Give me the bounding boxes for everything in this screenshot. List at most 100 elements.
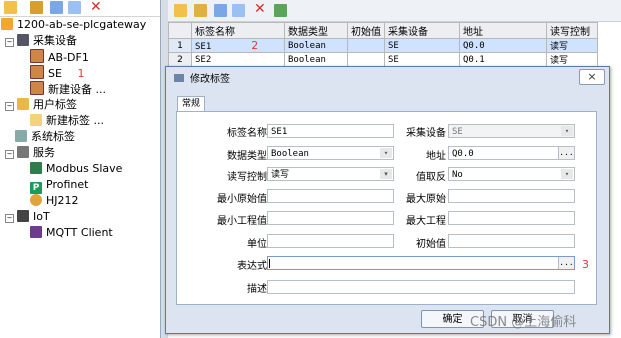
- label-description: 描述: [247, 284, 267, 295]
- collapse-icon[interactable]: −: [5, 38, 14, 47]
- raw-min-field[interactable]: [267, 189, 394, 203]
- column-header[interactable]: 标签名称: [191, 22, 285, 39]
- cell-init[interactable]: [347, 52, 385, 67]
- column-header[interactable]: 数据类型: [284, 22, 348, 39]
- cell-name[interactable]: SE2: [191, 52, 285, 67]
- column-header[interactable]: 初始值: [347, 22, 385, 39]
- tree-root[interactable]: 1200-ab-se-plcgateway: [1, 17, 146, 33]
- tags-folder-icon: [17, 98, 29, 110]
- cell-device[interactable]: SE: [384, 38, 460, 53]
- tag-icon: [30, 114, 42, 126]
- expression-field[interactable]: ...: [267, 256, 575, 270]
- column-header[interactable]: 采集设备: [384, 22, 460, 39]
- eng-max-field[interactable]: [448, 211, 575, 225]
- cell-type[interactable]: Boolean: [284, 52, 348, 67]
- dropdown-arrow-icon[interactable]: ▾: [561, 169, 573, 179]
- collapse-icon[interactable]: −: [5, 102, 14, 111]
- description-field[interactable]: [267, 280, 575, 294]
- delete-icon[interactable]: ✕: [254, 2, 267, 16]
- collapse-icon[interactable]: −: [5, 214, 14, 223]
- grid-header: 标签名称 数据类型 初始值 采集设备 地址 读写控制: [168, 22, 598, 39]
- delete-icon[interactable]: ✕: [90, 0, 103, 14]
- copy-icon[interactable]: [50, 1, 63, 14]
- tree-item-se[interactable]: SE 1: [30, 65, 84, 81]
- eng-min-field[interactable]: [267, 211, 394, 225]
- tag-name-value: SE1: [271, 127, 288, 137]
- column-header[interactable]: 读写控制: [546, 22, 598, 39]
- table-row[interactable]: 1 SE1 2 Boolean SE Q0.0 读写: [168, 38, 598, 53]
- rw-control-value: 读写: [271, 170, 290, 180]
- general-panel: 标签名称 数据类型 读写控制 最小原始值 最小工程值 单位 表达式 描述 采集设…: [176, 111, 597, 305]
- plc-icon: [30, 65, 44, 79]
- cell-name[interactable]: SE1 2: [191, 38, 285, 53]
- tree-item-new-device[interactable]: 新建设备 ...: [30, 81, 106, 97]
- tree-item-collect-devices[interactable]: − 采集设备: [5, 33, 77, 49]
- tree-item-ab-df1[interactable]: AB-DF1: [30, 49, 89, 65]
- tree-item-label: Modbus Slave: [46, 162, 123, 175]
- annotation-number: 2: [251, 39, 259, 52]
- dialog-titlebar[interactable]: 修改标签 ×: [166, 67, 609, 85]
- tree-item-system-tags[interactable]: 系统标签: [15, 129, 75, 145]
- cell-name-text: SE1: [195, 42, 212, 52]
- tree-item-hj212[interactable]: HJ212: [30, 193, 79, 209]
- init-value-field[interactable]: [448, 234, 575, 248]
- browse-button[interactable]: ...: [558, 257, 574, 269]
- tree-item-label: MQTT Client: [46, 226, 113, 239]
- cell-device[interactable]: SE: [384, 52, 460, 67]
- device-value: SE: [452, 127, 463, 137]
- tab-general[interactable]: 常规: [177, 96, 205, 111]
- tree-item-mqtt-client[interactable]: MQTT Client: [30, 225, 113, 241]
- data-type-select[interactable]: Boolean ▾: [267, 146, 394, 160]
- cell-address[interactable]: Q0.1: [459, 52, 547, 67]
- dropdown-arrow-icon[interactable]: ▾: [380, 169, 392, 179]
- add-tag-icon[interactable]: [174, 4, 187, 17]
- address-field[interactable]: Q0.0...: [448, 146, 575, 160]
- close-button[interactable]: ×: [579, 69, 605, 85]
- cell-init[interactable]: [347, 38, 385, 53]
- cell-address[interactable]: Q0.0: [459, 38, 547, 53]
- modbus-icon: [30, 162, 42, 174]
- cell-rw[interactable]: 读写: [546, 52, 598, 67]
- tree-item-modbus-slave[interactable]: Modbus Slave: [30, 161, 122, 177]
- rw-control-select[interactable]: 读写 ▾: [267, 167, 394, 181]
- label-raw-min: 最小原始值: [217, 194, 267, 205]
- tree-item-label: AB-DF1: [48, 51, 89, 64]
- tree-item-iot[interactable]: − IoT: [5, 209, 50, 225]
- tree-item-new-tag[interactable]: 新建标签 ...: [30, 113, 104, 129]
- unit-field[interactable]: [267, 234, 394, 248]
- tree-item-label: 采集设备: [33, 34, 77, 47]
- tree-item-label: IoT: [33, 210, 50, 223]
- tree-item-services[interactable]: − 服务: [5, 145, 55, 161]
- refresh-icon[interactable]: [274, 4, 287, 17]
- data-type-value: Boolean: [271, 149, 309, 159]
- new-project-icon[interactable]: [4, 1, 17, 14]
- dialog-title: 修改标签: [190, 74, 230, 85]
- dropdown-arrow-icon[interactable]: ▾: [561, 126, 573, 136]
- tag-toolbar: ✕: [168, 0, 621, 22]
- add-folder-icon[interactable]: [194, 4, 207, 17]
- new-folder-icon[interactable]: [30, 1, 43, 14]
- tree-item-profinet[interactable]: P Profinet: [30, 177, 88, 194]
- collapse-icon[interactable]: −: [5, 150, 14, 159]
- copy-icon[interactable]: [214, 4, 227, 17]
- edit-tag-dialog: 修改标签 × 常规 标签名称 数据类型 读写控制 最小原始值 最小工程值 单位 …: [165, 66, 610, 334]
- invert-select[interactable]: No ▾: [448, 167, 575, 181]
- column-header[interactable]: 地址: [459, 22, 547, 39]
- label-tag-name: 标签名称: [227, 128, 267, 139]
- tree-item-label: SE: [48, 67, 62, 80]
- cell-rw[interactable]: 读写: [546, 38, 598, 53]
- device-select[interactable]: SE ▾: [448, 124, 575, 138]
- cell-type[interactable]: Boolean: [284, 38, 348, 53]
- raw-max-field[interactable]: [448, 189, 575, 203]
- browse-button[interactable]: ...: [558, 147, 574, 159]
- tag-name-field[interactable]: SE1: [267, 124, 394, 138]
- dropdown-arrow-icon[interactable]: ▾: [380, 148, 392, 158]
- paste-icon[interactable]: [232, 4, 245, 17]
- tree-item-user-tags[interactable]: − 用户标签: [5, 97, 77, 113]
- paste-icon[interactable]: [68, 1, 81, 14]
- label-expression: 表达式: [237, 261, 267, 272]
- plc-icon: [30, 81, 44, 95]
- table-row[interactable]: 2 SE2 Boolean SE Q0.1 读写: [168, 52, 598, 67]
- annotation-number: 3: [582, 258, 589, 271]
- label-unit: 单位: [247, 239, 267, 250]
